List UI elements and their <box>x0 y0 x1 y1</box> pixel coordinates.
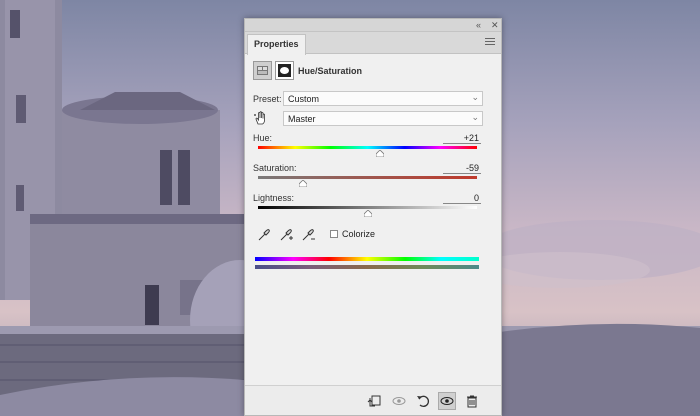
output-color-range-bar <box>255 265 479 269</box>
hue-label: Hue: <box>253 133 273 143</box>
checkbox-box[interactable] <box>330 230 338 238</box>
saturation-slider-track[interactable] <box>258 176 477 179</box>
colorize-checkbox[interactable]: Colorize <box>330 229 375 239</box>
lightness-slider-thumb[interactable] <box>363 210 372 217</box>
hue-saturation-icon[interactable] <box>253 61 272 80</box>
lightness-slider-track[interactable] <box>258 206 477 209</box>
hamburger-menu-icon[interactable] <box>485 38 495 47</box>
hand-icon[interactable] <box>253 110 269 126</box>
eyedropper-tools: Colorize <box>257 228 497 242</box>
lightness-value-field[interactable]: 0 <box>443 193 481 204</box>
trash-icon[interactable] <box>464 393 480 409</box>
panel-title-bar: « ✕ <box>245 19 501 32</box>
preset-value: Custom <box>288 94 320 104</box>
eyedropper-minus-icon[interactable] <box>301 228 315 242</box>
channel-dropdown[interactable]: Master ⌄ <box>283 111 483 126</box>
channel-row: Master ⌄ <box>253 110 493 128</box>
adjustment-header: Hue/Saturation <box>253 61 493 83</box>
colorize-label: Colorize <box>342 229 376 239</box>
tab-properties[interactable]: Properties <box>247 34 306 55</box>
panel-footer <box>245 385 501 415</box>
channel-value: Master <box>288 114 316 124</box>
adjustment-title: Hue/Saturation <box>298 66 363 76</box>
view-previous-state-icon[interactable] <box>391 393 407 409</box>
saturation-value-field[interactable]: -59 <box>443 163 481 174</box>
eyedropper-icon[interactable] <box>257 228 271 242</box>
lightness-label: Lightness: <box>253 193 295 203</box>
chevron-down-icon: ⌄ <box>471 92 479 102</box>
hue-slider-thumb[interactable] <box>376 150 385 157</box>
preset-label: Preset: <box>253 94 282 104</box>
eye-icon[interactable] <box>438 392 456 410</box>
close-icon[interactable]: ✕ <box>491 20 499 30</box>
double-chevron-icon[interactable]: « <box>476 20 481 30</box>
preset-dropdown[interactable]: Custom ⌄ <box>283 91 483 106</box>
reset-icon[interactable] <box>415 393 431 409</box>
saturation-slider-thumb[interactable] <box>298 180 307 187</box>
chevron-down-icon: ⌄ <box>471 112 479 122</box>
hue-value-field[interactable]: +21 <box>443 133 481 144</box>
eyedropper-plus-icon[interactable] <box>279 228 293 242</box>
clip-to-layer-icon[interactable] <box>366 393 382 409</box>
input-color-range-bar <box>255 257 479 261</box>
layer-mask-icon[interactable] <box>275 61 294 80</box>
preset-row: Preset: Custom ⌄ <box>253 91 493 107</box>
hue-slider-track[interactable] <box>258 146 477 149</box>
properties-panel: « ✕ Properties Hue/Saturation Preset: Cu… <box>244 18 502 416</box>
saturation-label: Saturation: <box>253 163 297 173</box>
panel-tab-bar: Properties <box>245 32 501 55</box>
